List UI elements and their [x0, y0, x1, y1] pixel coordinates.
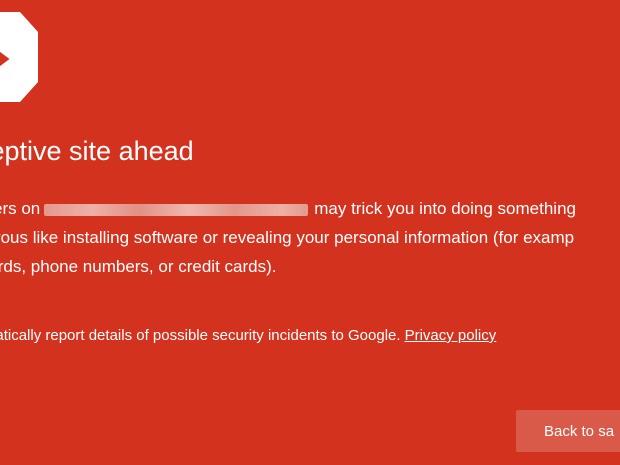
warning-line-2: gerous like installing software or revea…: [0, 228, 575, 247]
warning-line-1: ckers on may trick you into doing somethi…: [0, 194, 620, 223]
warning-line-1-prefix: ckers on: [0, 199, 41, 218]
page-title: ceptive site ahead: [0, 136, 194, 166]
blurred-site-url: [44, 203, 309, 216]
back-to-safety-button[interactable]: Back to sa: [516, 410, 620, 452]
warning-octagon-icon: [0, 12, 38, 102]
interstitial-page: ceptive site ahead ckers on may trick you…: [0, 0, 620, 465]
report-text: utomatically report details of possible …: [0, 327, 401, 344]
privacy-policy-link[interactable]: Privacy policy: [405, 327, 497, 344]
warning-line-1-suffix: may trick you into doing something: [314, 199, 576, 218]
report-option: utomatically report details of possible …: [0, 326, 496, 346]
warning-line-3: words, phone numbers, or credit cards).: [0, 257, 277, 276]
warning-message: ckers on may trick you into doing somethi…: [0, 194, 620, 281]
